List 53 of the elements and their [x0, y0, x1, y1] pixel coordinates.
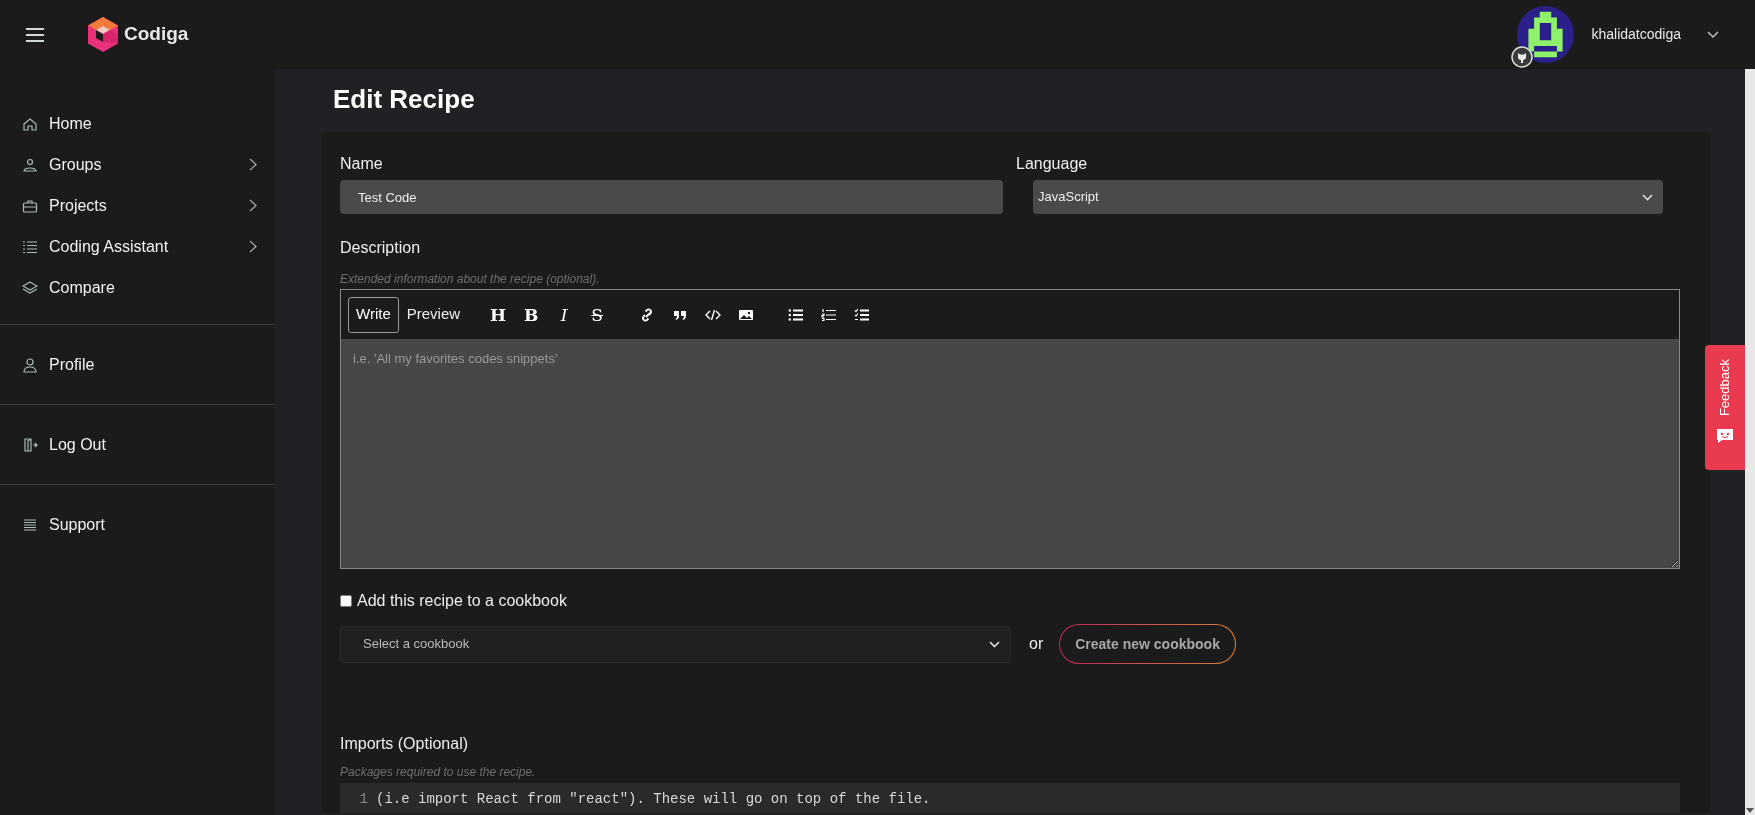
scrollbar[interactable]	[1745, 69, 1755, 815]
create-cookbook-button[interactable]: Create new cookbook	[1059, 624, 1236, 664]
cookbook-select[interactable]: Select a cookbook	[340, 625, 1011, 663]
code-placeholder: (i.e import React from "react"). These will go on top of the file.	[376, 790, 931, 809]
add-to-cookbook-checkbox[interactable]	[340, 595, 352, 607]
layers-icon	[22, 279, 38, 296]
bullet-list-icon[interactable]	[788, 306, 805, 323]
sidebar-item[interactable]: Profile	[0, 344, 275, 385]
sidebar-item[interactable]: Coding Assistant	[0, 226, 275, 267]
editor-tab[interactable]: Preview	[398, 296, 469, 333]
editor-tab[interactable]: Write	[348, 296, 399, 333]
smiley-icon	[1716, 428, 1734, 445]
or-text: or	[1029, 634, 1044, 654]
bold-button[interactable]: B	[523, 304, 540, 325]
field-label: Name	[340, 154, 384, 172]
logo-icon	[87, 17, 119, 52]
brand-name[interactable]: Codiga	[124, 20, 189, 49]
user-name[interactable]: khalidatcodiga	[1591, 24, 1681, 45]
avatar-icon[interactable]	[1517, 6, 1575, 63]
field-label: Language	[1016, 154, 1089, 172]
code-editor[interactable]: 1 (i.e import React from "react"). These will go on top of the file.	[340, 783, 1680, 813]
strikethrough-button[interactable]: S	[589, 304, 606, 325]
sidebar-item[interactable]: Projects	[0, 185, 275, 226]
list-icon	[22, 238, 38, 255]
language-select[interactable]: JavaScript	[1033, 180, 1663, 214]
field-label: Imports (Optional)	[340, 734, 470, 752]
sidebar-item[interactable]: Groups	[0, 144, 275, 185]
sidebar-item[interactable]: Compare	[0, 267, 275, 308]
chevron-down-icon	[989, 640, 1000, 648]
name-input[interactable]: Test Code	[340, 180, 1003, 214]
logout-icon	[22, 436, 38, 453]
field-label: Description	[340, 238, 422, 256]
feedback-tab[interactable]: Feedback	[1705, 345, 1745, 470]
checklist-icon[interactable]	[854, 306, 871, 323]
chevron-down-icon	[1642, 193, 1653, 201]
field-hint: Extended information about the recipe (optional).	[340, 271, 601, 285]
field-hint: Packages required to use the recipe.	[340, 764, 537, 778]
menu-icon[interactable]	[25, 26, 45, 43]
page-title: Edit Recipe	[333, 83, 476, 116]
line-number: 1	[358, 790, 368, 809]
heading-button[interactable]: H	[490, 304, 507, 325]
chevron-down-icon[interactable]	[1707, 30, 1719, 39]
sidebar-item[interactable]: Support	[0, 504, 275, 545]
people-icon	[22, 156, 38, 173]
description-input[interactable]: i.e. 'All my favorites codes snippets'	[341, 339, 1679, 568]
checkbox-label: Add this recipe to a cookbook	[357, 591, 567, 611]
lines-icon	[22, 516, 38, 533]
numbered-list-icon[interactable]	[821, 306, 838, 323]
italic-button[interactable]: I	[556, 304, 573, 325]
sidebar-item[interactable]: Home	[0, 103, 275, 144]
sidebar-item[interactable]: Log Out	[0, 424, 275, 465]
user-icon	[22, 356, 38, 373]
briefcase-icon	[22, 197, 38, 214]
